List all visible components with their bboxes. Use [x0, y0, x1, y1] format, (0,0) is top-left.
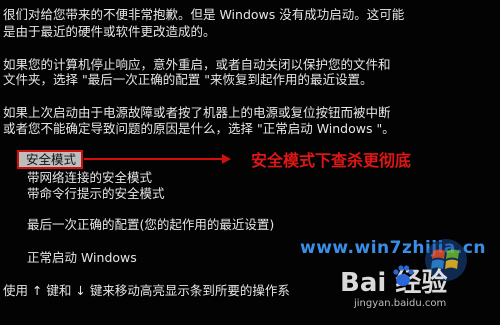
option-safe-mode-command-prompt[interactable]: 带命令行提示的安全模式	[27, 186, 165, 202]
annotation-arrow-head-icon	[222, 154, 231, 164]
option-last-known-good[interactable]: 最后一次正确的配置(您的起作用的最近设置)	[27, 217, 274, 233]
intro-line-1: 很们对给您带来的不便非常抱歉。但是 Windows 没有成功启动。这可能	[3, 7, 405, 22]
option-start-normally[interactable]: 正常启动 Windows	[27, 250, 137, 266]
option-safe-mode-networking[interactable]: 带网络连接的安全模式	[27, 170, 152, 186]
watermark-subtitle: jingyan.baidu.com	[354, 298, 447, 309]
para3-line-2: 或者您不能确定导致问题的原因是什么，选择 "正常启动 Windows "。	[3, 121, 395, 136]
baidu-paw-icon	[393, 265, 414, 286]
intro-line-2: 是由于最近的硬件或软件更改造成的。	[3, 24, 216, 39]
footer-help-text: 使用 ↑ 键和 ↓ 键来移动高亮显示条到所要的操作系	[3, 283, 290, 298]
annotation-arrow	[84, 158, 224, 160]
option-safe-mode[interactable]: 安全模式	[26, 150, 76, 169]
annotation-text: 安全模式下查杀更彻底	[251, 151, 412, 170]
para2-line-2: 文件夹，选择 "最后一次正确的配置 "来恢复到起作用的最近设置。	[3, 72, 373, 87]
para2-line-1: 如果您的计算机停止响应，意外重启，或者自动关闭以保护您的文件和	[3, 57, 391, 72]
para3-line-1: 如果上次启动由于电源故障或者按了机器上的电源或复位按钮而被中断	[3, 105, 391, 120]
boot-menu-screen: 很们对给您带来的不便非常抱歉。但是 Windows 没有成功启动。这可能 是由于…	[0, 0, 500, 325]
